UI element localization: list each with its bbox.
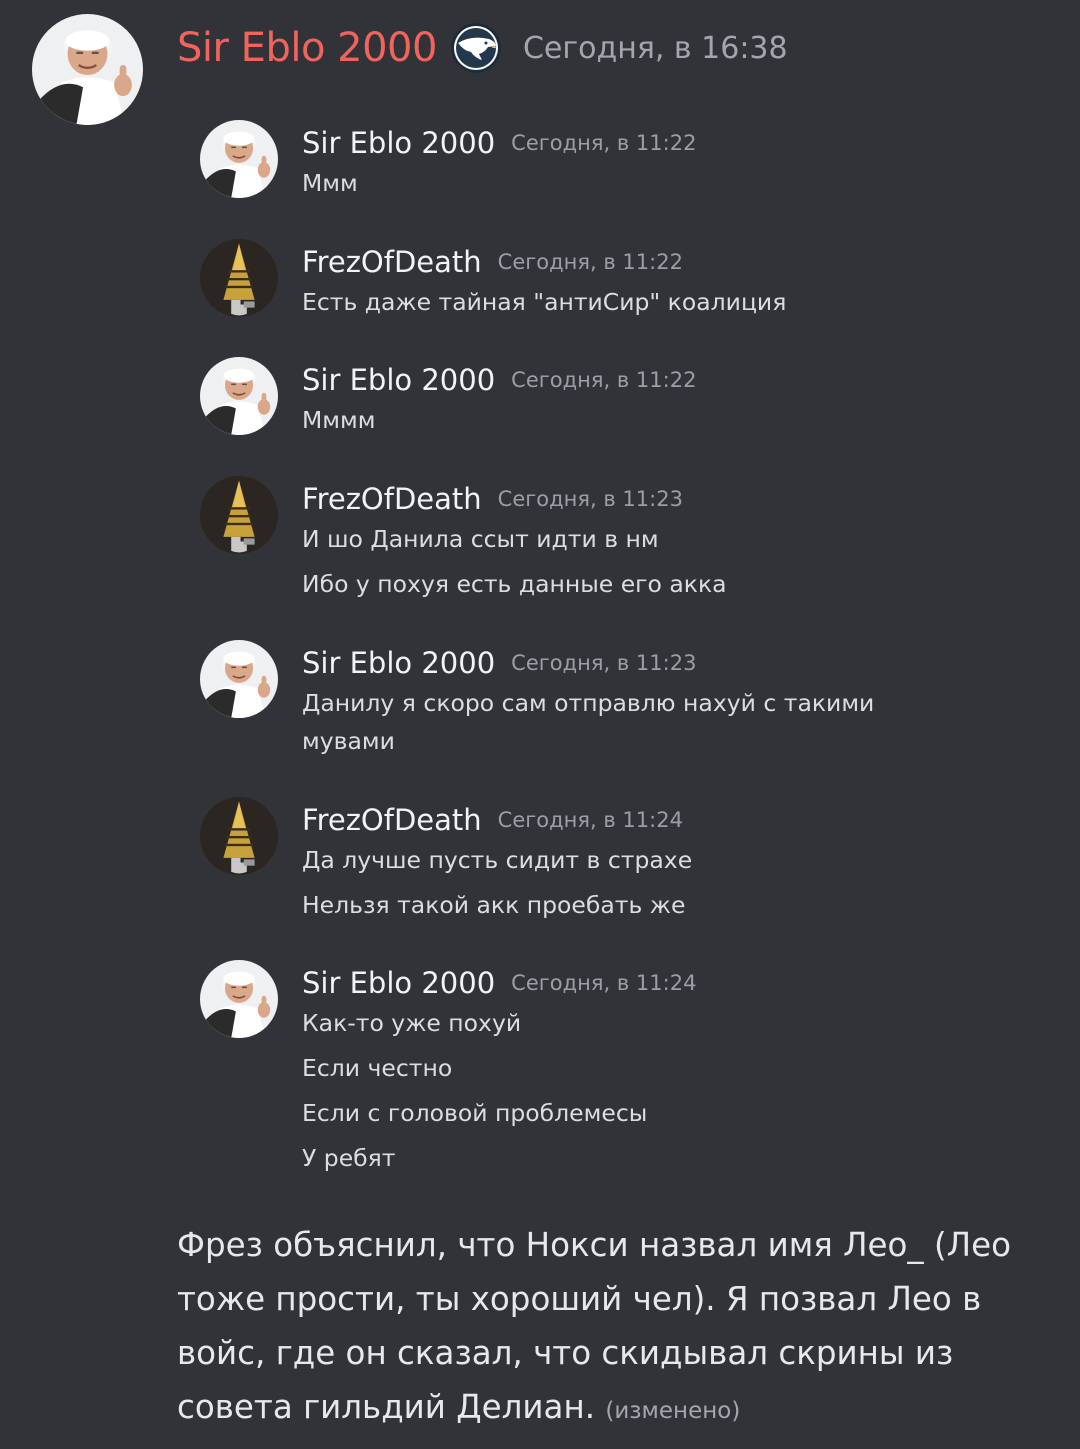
quoted-line: Да лучше пусть сидит в страхе	[302, 846, 693, 874]
man-avatar-icon	[200, 960, 278, 1038]
quoted-line: Как-то уже похуй	[302, 1009, 522, 1037]
quoted-time: Сегодня, в 11:24	[511, 971, 697, 995]
quoted-content: Данилу я скоро сам отправлю нахуй с таки…	[302, 684, 902, 767]
quoted-line: И шо Данила ссыт идти в нм	[302, 525, 659, 553]
quoted-line: Если честно	[302, 1054, 453, 1082]
quoted-avatar[interactable]	[200, 120, 278, 198]
eagle-emblem-icon[interactable]	[450, 23, 501, 73]
chat-message: Sir Eblo 2000 Сегодня, в 16:38 Sir Eblo …	[0, 0, 1080, 1449]
man-avatar-icon	[200, 120, 278, 198]
author-name[interactable]: Sir Eblo 2000	[177, 25, 437, 71]
message-header: Sir Eblo 2000 Сегодня, в 16:38	[177, 20, 788, 76]
message-body: Фрез объяснил, что Нокси назвал имя Лео_…	[177, 1218, 1037, 1438]
drill-avatar-icon	[200, 239, 278, 317]
quoted-time: Сегодня, в 11:22	[511, 368, 697, 392]
quoted-time: Сегодня, в 11:22	[497, 250, 683, 274]
quoted-line: Данилу я скоро сам отправлю нахуй с таки…	[302, 689, 875, 755]
quoted-content: Ммм	[302, 164, 1042, 209]
quoted-line: Мммм	[302, 406, 376, 434]
drill-avatar-icon	[200, 797, 278, 875]
quoted-time: Сегодня, в 11:23	[497, 487, 683, 511]
quoted-time: Сегодня, в 11:24	[497, 808, 683, 832]
quoted-line: Ибо у похуя есть данные его акка	[302, 570, 727, 598]
quoted-author[interactable]: FrezOfDeath	[302, 245, 482, 279]
quoted-avatar[interactable]	[200, 640, 278, 718]
quoted-avatar[interactable]	[200, 239, 278, 317]
drill-avatar-icon	[200, 476, 278, 554]
message-text: Фрез объяснил, что Нокси назвал имя Лео_…	[177, 1226, 1011, 1426]
quoted-header: FrezOfDeath Сегодня, в 11:22	[302, 239, 683, 285]
quoted-line: Если с головой проблемесы	[302, 1099, 648, 1127]
quoted-header: FrezOfDeath Сегодня, в 11:24	[302, 797, 683, 843]
quoted-author[interactable]: FrezOfDeath	[302, 803, 482, 837]
quoted-content: Да лучше пусть сидит в страхе Нельзя так…	[302, 841, 1042, 931]
quoted-avatar[interactable]	[200, 476, 278, 554]
quoted-author[interactable]: Sir Eblo 2000	[302, 126, 495, 160]
quoted-content: Мммм	[302, 401, 1042, 446]
quoted-content: Есть даже тайная "антиСир" коалиция	[302, 283, 1042, 328]
quoted-header: Sir Eblo 2000 Сегодня, в 11:22	[302, 357, 696, 403]
quoted-avatar[interactable]	[200, 797, 278, 875]
quoted-header: FrezOfDeath Сегодня, в 11:23	[302, 476, 683, 522]
quoted-author[interactable]: FrezOfDeath	[302, 482, 482, 516]
quoted-line: Ммм	[302, 169, 358, 197]
quoted-content: И шо Данила ссыт идти в нм Ибо у похуя е…	[302, 520, 1042, 610]
quoted-author[interactable]: Sir Eblo 2000	[302, 646, 495, 680]
message-timestamp: Сегодня, в 16:38	[522, 30, 788, 66]
quoted-author[interactable]: Sir Eblo 2000	[302, 966, 495, 1000]
quoted-header: Sir Eblo 2000 Сегодня, в 11:23	[302, 640, 696, 686]
quoted-time: Сегодня, в 11:23	[511, 651, 697, 675]
man-avatar-icon	[200, 357, 278, 435]
man-avatar-icon	[200, 640, 278, 718]
man-avatar-icon	[32, 14, 143, 125]
quoted-avatar[interactable]	[200, 357, 278, 435]
quoted-line: Есть даже тайная "антиСир" коалиция	[302, 288, 787, 316]
author-avatar[interactable]	[32, 14, 143, 125]
quoted-line: Нельзя такой акк проебать же	[302, 891, 686, 919]
quoted-header: Sir Eblo 2000 Сегодня, в 11:24	[302, 960, 696, 1006]
quoted-content: Как-то уже похуй Если честно Если с голо…	[302, 1004, 1042, 1184]
quoted-avatar[interactable]	[200, 960, 278, 1038]
quoted-time: Сегодня, в 11:22	[511, 131, 697, 155]
quoted-header: Sir Eblo 2000 Сегодня, в 11:22	[302, 120, 696, 166]
quoted-author[interactable]: Sir Eblo 2000	[302, 363, 495, 397]
edited-label: (изменено)	[605, 1398, 741, 1424]
quoted-line: У ребят	[302, 1144, 396, 1172]
